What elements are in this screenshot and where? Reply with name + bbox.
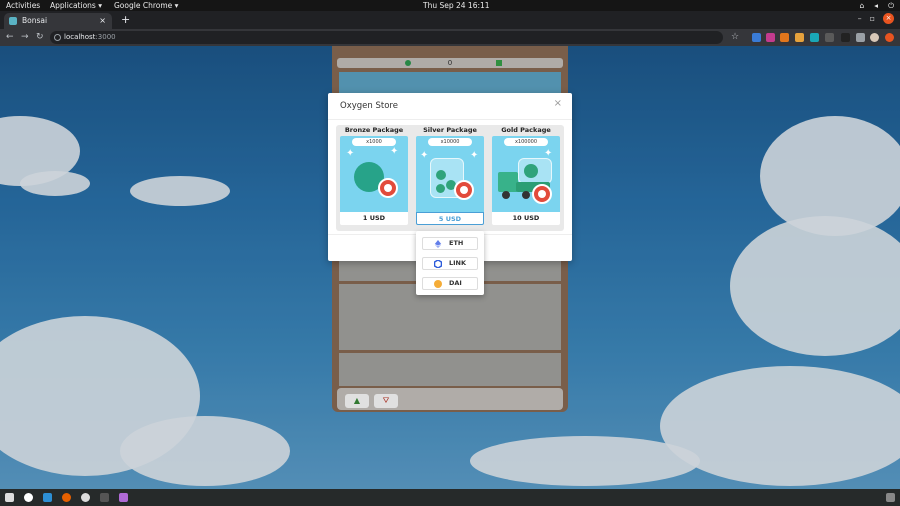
- metamask-icon[interactable]: [780, 33, 789, 42]
- extension-icon[interactable]: [810, 33, 819, 42]
- package-name: Silver Package: [423, 126, 477, 134]
- package-list: Bronze Package x1000 ✦ ✦ 1 USD Silver Pa…: [336, 125, 564, 231]
- sparkle-icon: ✦: [470, 150, 479, 161]
- volume-icon: ◂: [874, 1, 879, 10]
- maximize-icon[interactable]: ▫: [870, 14, 875, 23]
- activities-button[interactable]: Activities: [6, 0, 40, 11]
- extensions-puzzle-icon[interactable]: [856, 33, 865, 42]
- coin-label: ETH: [449, 239, 464, 247]
- pay-with-dai-button[interactable]: DAI: [422, 277, 478, 290]
- payment-method-dropdown: ETH LINK DAI: [416, 231, 484, 295]
- show-apps-grid-icon[interactable]: [886, 493, 895, 502]
- bronze-package-image: x1000 ✦ ✦: [340, 136, 408, 212]
- tab-strip: Bonsai ×: [0, 11, 900, 29]
- vscode-icon[interactable]: [43, 493, 52, 502]
- browser-toolbar: ← → ↻ localhost:3000 ☆: [0, 29, 900, 46]
- page-viewport: 0 ▲ ⛛ Oxygen Store × Bronze Package x100…: [0, 46, 900, 489]
- package-name: Bronze Package: [344, 126, 404, 134]
- profile-avatar[interactable]: [870, 33, 879, 42]
- package-price[interactable]: 1 USD: [340, 212, 408, 225]
- forward-arrow-icon[interactable]: →: [21, 29, 29, 46]
- firefox-icon[interactable]: [62, 493, 71, 502]
- dock-taskbar: [0, 489, 900, 506]
- package-card-gold[interactable]: Gold Package x100000 ✦ 10 USD: [490, 125, 562, 225]
- package-price[interactable]: 10 USD: [492, 212, 560, 225]
- dai-icon: [434, 280, 442, 288]
- alarm-clock-icon: [454, 180, 474, 200]
- window-controls: – ▫ ×: [858, 13, 894, 24]
- divider: [328, 119, 572, 120]
- gnome-top-bar: Activities Applications ▾ Google Chrome …: [0, 0, 900, 11]
- truck-cab-icon: [498, 172, 518, 192]
- alarm-clock-icon: [378, 178, 398, 198]
- clock-app-icon[interactable]: [24, 493, 33, 502]
- modal-title: Oxygen Store: [340, 101, 398, 111]
- modal-close-icon[interactable]: ×: [554, 98, 562, 109]
- site-info-icon[interactable]: [54, 34, 61, 41]
- sparkle-icon: ✦: [390, 146, 399, 157]
- oxygen-amount-badge: x1000: [352, 138, 396, 146]
- tab-title: Bonsai: [22, 16, 48, 25]
- pay-with-link-button[interactable]: LINK: [422, 257, 478, 270]
- power-icon: ⏻: [888, 1, 894, 10]
- bonsai-favicon-icon: [9, 17, 17, 25]
- back-arrow-icon[interactable]: ←: [6, 29, 14, 46]
- extension-icon[interactable]: [795, 33, 804, 42]
- extension-icon[interactable]: [766, 33, 775, 42]
- app-menu[interactable]: Google Chrome ▾: [114, 0, 178, 11]
- alarm-clock-icon: [532, 184, 552, 204]
- coin-label: LINK: [449, 259, 467, 267]
- window-close-icon[interactable]: ×: [883, 13, 894, 24]
- package-card-bronze[interactable]: Bronze Package x1000 ✦ ✦ 1 USD: [338, 125, 410, 225]
- address-bar[interactable]: localhost:3000: [50, 31, 723, 44]
- pay-with-eth-button[interactable]: ETH: [422, 237, 478, 250]
- extension-icon[interactable]: [825, 33, 834, 42]
- show-desktop-icon[interactable]: [5, 493, 14, 502]
- tab-close-icon[interactable]: ×: [99, 13, 106, 29]
- extension-icon[interactable]: [841, 33, 850, 42]
- truck-wheel-icon: [522, 191, 530, 199]
- sparkle-icon: ✦: [420, 150, 429, 161]
- package-price[interactable]: 5 USD: [416, 212, 484, 225]
- chainlink-icon: [434, 260, 442, 268]
- new-tab-button[interactable]: +: [121, 11, 130, 29]
- package-name: Gold Package: [501, 126, 551, 134]
- url-port: :3000: [95, 33, 116, 41]
- oxygen-orb-icon: [524, 164, 538, 178]
- tab-bonsai[interactable]: Bonsai ×: [4, 13, 112, 29]
- terminal-icon[interactable]: [100, 493, 109, 502]
- sparkle-icon: ✦: [346, 148, 355, 159]
- network-icon: ⌂: [859, 1, 865, 10]
- bookmark-star-icon[interactable]: ☆: [731, 29, 739, 46]
- clock[interactable]: Thu Sep 24 16:11: [423, 0, 490, 11]
- gold-package-image: x100000 ✦: [492, 136, 560, 212]
- truck-wheel-icon: [502, 191, 510, 199]
- extension-icon[interactable]: [752, 33, 761, 42]
- oxygen-amount-badge: x100000: [504, 138, 548, 146]
- system-tray[interactable]: ⌂ ◂ ⏻: [860, 0, 894, 11]
- coin-label: DAI: [449, 279, 462, 287]
- reload-icon[interactable]: ↻: [36, 29, 44, 46]
- chrome-icon[interactable]: [81, 493, 90, 502]
- minimize-icon[interactable]: –: [858, 14, 862, 23]
- eth-icon: [434, 240, 442, 248]
- applications-menu[interactable]: Applications ▾: [50, 0, 102, 11]
- chrome-menu-icon[interactable]: [885, 33, 894, 42]
- oxygen-orb-icon: [436, 170, 446, 180]
- app-icon[interactable]: [119, 493, 128, 502]
- url-host: localhost: [64, 33, 96, 41]
- oxygen-orb-icon: [436, 184, 445, 193]
- silver-package-image: x10000 ✦ ✦: [416, 136, 484, 212]
- oxygen-amount-badge: x10000: [428, 138, 472, 146]
- package-card-silver[interactable]: Silver Package x10000 ✦ ✦ 5 USD: [414, 125, 486, 225]
